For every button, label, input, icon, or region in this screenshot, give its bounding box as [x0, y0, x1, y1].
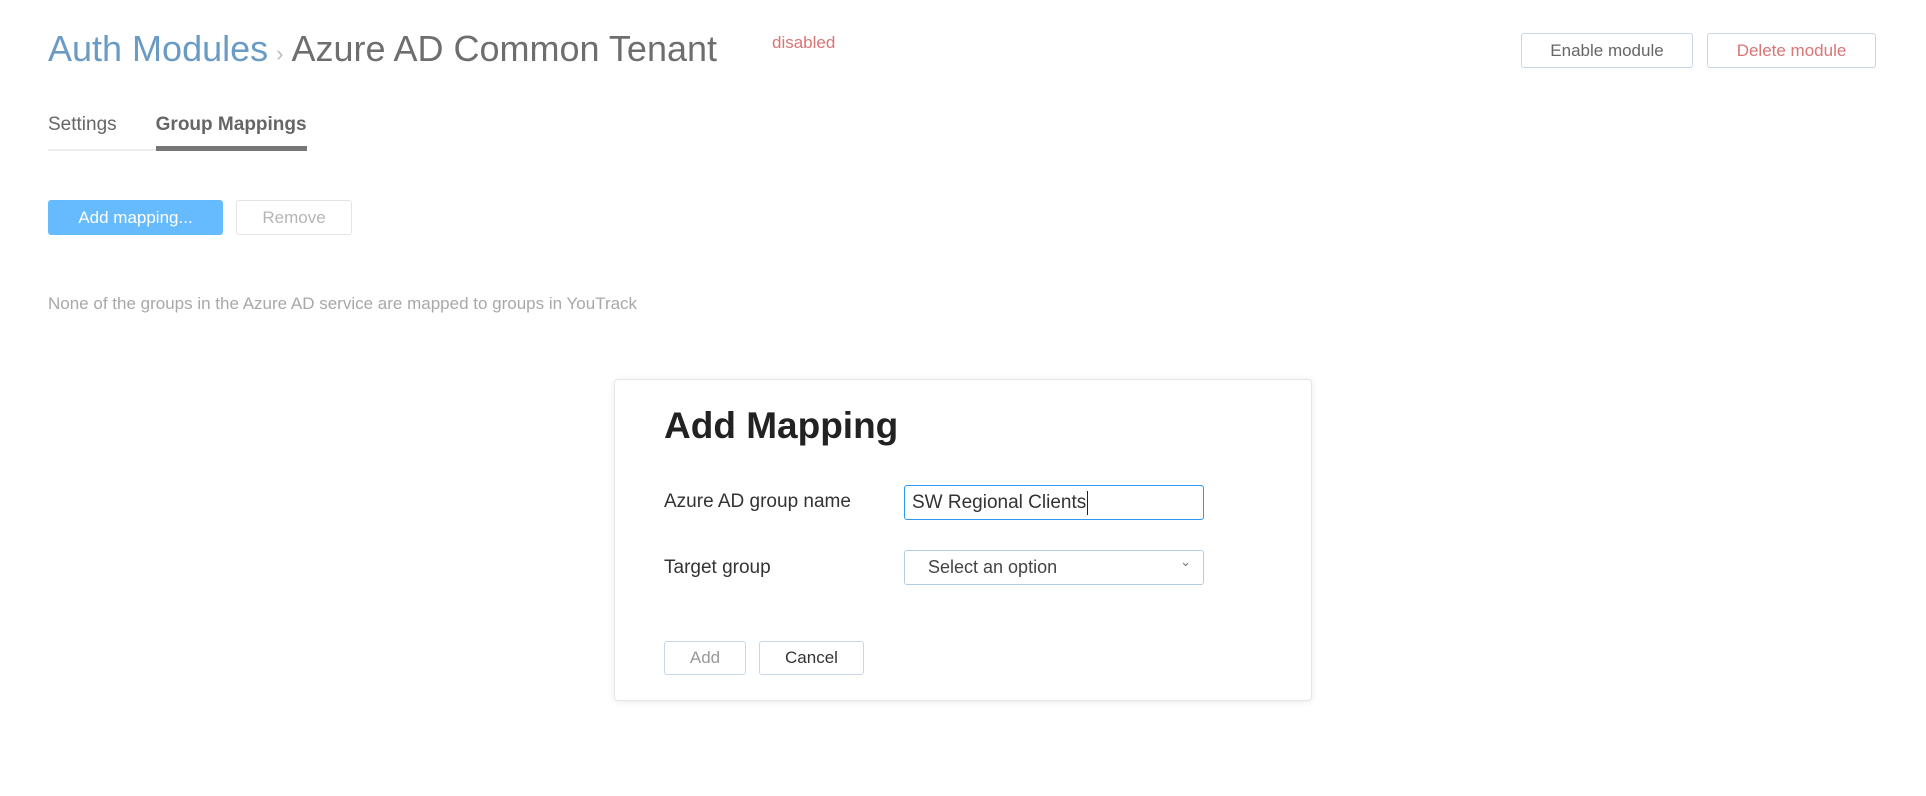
target-group-label: Target group [664, 557, 771, 578]
text-cursor [1087, 490, 1089, 515]
add-button[interactable]: Add [664, 641, 746, 675]
dialog-title: Add Mapping [664, 405, 899, 446]
target-group-placeholder: Select an option [928, 557, 1058, 577]
cancel-button[interactable]: Cancel [759, 641, 864, 675]
remove-button[interactable]: Remove [236, 200, 352, 235]
delete-module-button[interactable]: Delete module [1707, 33, 1876, 68]
tab-group-mappings[interactable]: Group Mappings [155, 114, 307, 151]
target-group-select[interactable]: Select an option ⌄ [904, 550, 1204, 585]
group-name-value: SW Regional Clients [912, 491, 1087, 513]
breadcrumb: Auth Modules › Azure AD Common Tenant [48, 28, 717, 70]
add-mapping-button[interactable]: Add mapping... [48, 200, 223, 235]
empty-message: None of the groups in the Azure AD servi… [48, 294, 638, 313]
add-mapping-dialog: Add Mapping Azure AD group name SW Regio… [614, 379, 1312, 701]
group-name-label: Azure AD group name [664, 491, 851, 512]
status-badge: disabled [772, 33, 836, 52]
enable-module-button[interactable]: Enable module [1521, 33, 1693, 68]
breadcrumb-separator-icon: › [276, 41, 284, 66]
tab-settings[interactable]: Settings [48, 114, 117, 151]
page-title: Azure AD Common Tenant [291, 28, 718, 69]
chevron-down-icon: ⌄ [1180, 554, 1191, 569]
breadcrumb-auth-modules[interactable]: Auth Modules [48, 28, 268, 70]
group-name-input[interactable]: SW Regional Clients [904, 485, 1204, 520]
tab-bar: Settings Group Mappings [48, 114, 307, 151]
